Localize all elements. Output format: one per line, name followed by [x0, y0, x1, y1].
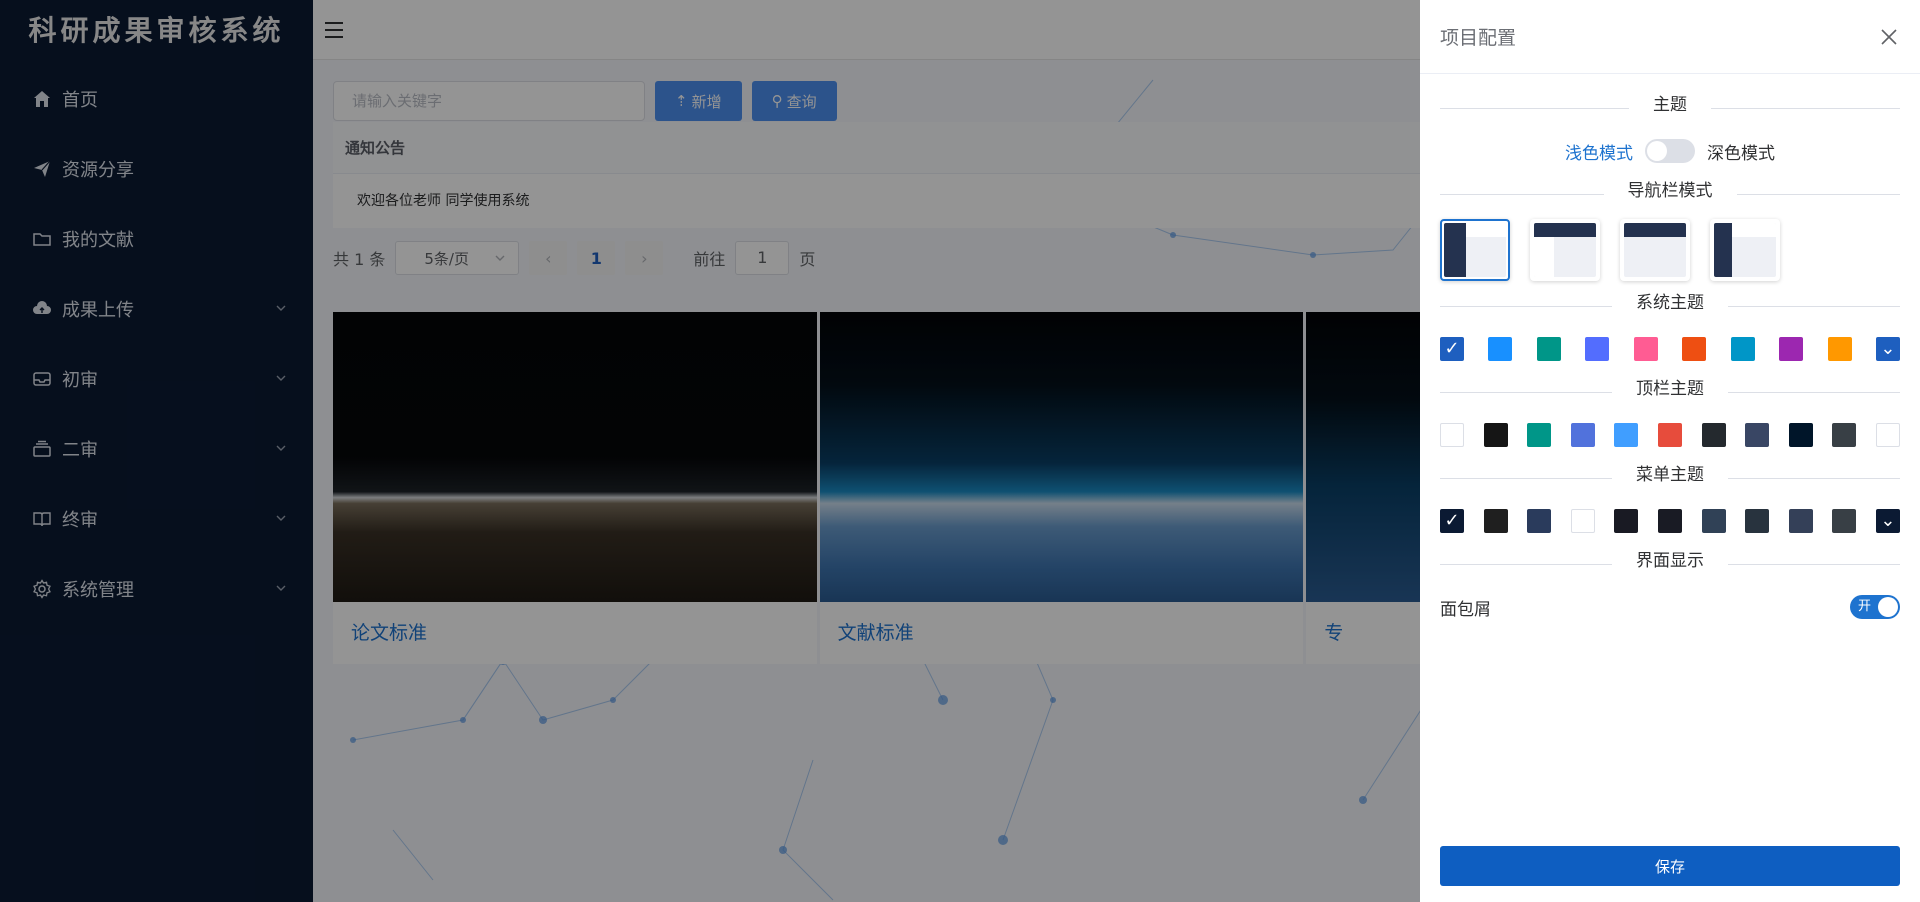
system-theme-swatches: ✓ ⌄: [1440, 324, 1900, 374]
section-display: 界面显示: [1440, 546, 1900, 582]
topbar-theme-swatch[interactable]: [1875, 423, 1900, 447]
theme-mode-row: 浅色模式 深色模式: [1440, 126, 1900, 176]
section-title: 菜单主题: [1612, 465, 1728, 485]
system-theme-swatch[interactable]: [1682, 337, 1707, 361]
system-theme-swatch[interactable]: [1536, 337, 1561, 361]
section-theme: 主题: [1440, 90, 1900, 126]
menu-theme-swatch[interactable]: [1614, 509, 1639, 533]
drawer-body: 主题 浅色模式 深色模式 导航栏模式 系统主题 ✓ ⌄ 顶栏主题 菜单主题 ✓ …: [1420, 74, 1920, 632]
topbar-theme-swatch[interactable]: [1701, 423, 1726, 447]
dark-mode-label[interactable]: 深色模式: [1707, 139, 1775, 164]
check-icon: ✓: [1444, 510, 1460, 531]
menu-theme-swatch[interactable]: [1832, 509, 1857, 533]
toggle-on-label: 开: [1858, 599, 1872, 614]
menu-theme-swatch[interactable]: [1745, 509, 1770, 533]
topbar-theme-swatch[interactable]: [1788, 423, 1813, 447]
breadcrumb-label: 面包屑: [1440, 599, 1491, 620]
topbar-theme-swatch[interactable]: [1570, 423, 1595, 447]
drawer-header: 项目配置: [1420, 0, 1920, 74]
system-theme-swatch[interactable]: [1488, 337, 1513, 361]
menu-theme-swatch[interactable]: ⌄: [1875, 509, 1900, 533]
breadcrumb-setting-row: 面包屑 开: [1440, 582, 1900, 632]
section-title: 导航栏模式: [1603, 181, 1737, 201]
menu-theme-swatch[interactable]: [1483, 509, 1508, 533]
system-theme-swatch[interactable]: [1633, 337, 1658, 361]
menu-theme-swatch[interactable]: [1570, 509, 1595, 533]
section-topbar-theme: 顶栏主题: [1440, 374, 1900, 410]
check-icon: ✓: [1444, 338, 1460, 359]
menu-theme-swatch[interactable]: [1527, 509, 1552, 533]
layout-side-option[interactable]: [1440, 219, 1510, 281]
close-icon[interactable]: [1878, 26, 1900, 48]
layout-top-side-option[interactable]: [1530, 219, 1600, 281]
section-title: 顶栏主题: [1612, 379, 1728, 399]
drawer-title: 项目配置: [1440, 27, 1517, 49]
section-menu-theme: 菜单主题: [1440, 460, 1900, 496]
save-button[interactable]: 保存: [1440, 846, 1900, 886]
menu-theme-swatch[interactable]: [1701, 509, 1726, 533]
breadcrumb-toggle[interactable]: 开: [1850, 595, 1900, 619]
project-config-drawer: 项目配置 主题 浅色模式 深色模式 导航栏模式 系统主题 ✓ ⌄ 顶栏主题 菜单…: [1420, 0, 1920, 902]
system-theme-swatch[interactable]: [1779, 337, 1804, 361]
section-title: 主题: [1629, 95, 1711, 115]
topbar-theme-swatch[interactable]: [1614, 423, 1639, 447]
layout-mix-option[interactable]: [1710, 219, 1780, 281]
topbar-theme-swatch[interactable]: [1745, 423, 1770, 447]
section-system-theme: 系统主题: [1440, 288, 1900, 324]
app-root: 科研成果审核系统 首页 资源分享 我的文献 成果上传 初审 二审 终审 系统管理…: [0, 0, 1920, 902]
chevron-down-icon: ⌄: [1880, 510, 1896, 531]
menu-theme-swatch[interactable]: ✓: [1440, 509, 1464, 533]
system-theme-swatch[interactable]: ⌄: [1875, 337, 1900, 361]
system-theme-swatch[interactable]: [1730, 337, 1755, 361]
menu-theme-swatch[interactable]: [1788, 509, 1813, 533]
menu-theme-swatch[interactable]: [1657, 509, 1682, 533]
section-title: 系统主题: [1612, 293, 1728, 313]
topbar-theme-swatch[interactable]: [1832, 423, 1857, 447]
section-nav-mode: 导航栏模式: [1440, 176, 1900, 212]
section-title: 界面显示: [1612, 551, 1728, 571]
system-theme-swatch[interactable]: [1585, 337, 1610, 361]
layout-top-option[interactable]: [1620, 219, 1690, 281]
system-theme-swatch[interactable]: [1827, 337, 1852, 361]
chevron-down-icon: ⌄: [1880, 338, 1896, 359]
dark-mode-toggle[interactable]: [1645, 139, 1695, 163]
topbar-theme-swatch[interactable]: [1527, 423, 1552, 447]
light-mode-label[interactable]: 浅色模式: [1565, 139, 1633, 164]
topbar-theme-swatches: [1440, 410, 1900, 460]
nav-layout-options: [1440, 212, 1900, 288]
topbar-theme-swatch[interactable]: [1440, 423, 1464, 447]
system-theme-swatch[interactable]: ✓: [1440, 337, 1464, 361]
topbar-theme-swatch[interactable]: [1657, 423, 1682, 447]
menu-theme-swatches: ✓ ⌄: [1440, 496, 1900, 546]
topbar-theme-swatch[interactable]: [1483, 423, 1508, 447]
